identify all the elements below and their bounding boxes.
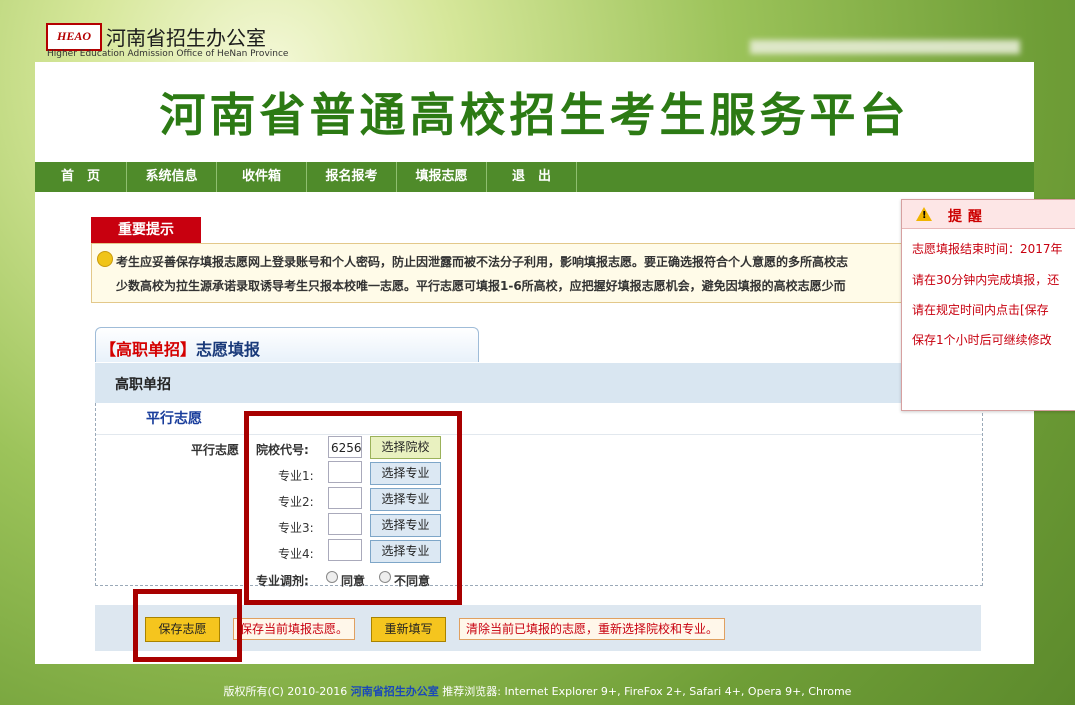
form-tab-title: 志愿填报 <box>196 340 261 359</box>
popup-line: 请在规定时间内点击[保存 <box>912 303 1049 317</box>
reminder-popup: ! 提醒 志愿填报结束时间：2017年 请在30分钟内完成填报，还 请在规定时间… <box>901 199 1075 411</box>
main-panel: 河南省普通高校招生考生服务平台 首 页 系统信息 收件箱 报名报考 填报志愿 退… <box>35 62 1034 664</box>
notice-text-2: 少数高校为拉生源承诺录取诱导考生只报本校唯一志愿。平行志愿可填报1-6所高校，应… <box>116 279 846 293</box>
section-title: 高职单招 <box>115 377 171 393</box>
nav-home[interactable]: 首 页 <box>35 162 127 192</box>
nav-logout[interactable]: 退 出 <box>487 162 577 192</box>
popup-title: 提醒 <box>948 209 988 225</box>
nav-inbox[interactable]: 收件箱 <box>217 162 307 192</box>
lightbulb-icon <box>97 251 113 267</box>
nav-bar: 首 页 系统信息 收件箱 报名报考 填报志愿 退 出 <box>35 162 1034 192</box>
notice-box: 考生应妥善保存填报志愿网上登录账号和个人密码，防止因泄露而被不法分子利用，影响填… <box>91 243 963 303</box>
section-header: 高职单招 <box>95 363 981 403</box>
popup-header: ! 提醒 <box>902 200 1075 229</box>
popup-line: 请在30分钟内完成填报，还 <box>912 273 1060 287</box>
notice-text-1: 考生应妥善保存填报志愿网上登录账号和个人密码，防止因泄露而被不法分子利用，影响填… <box>116 255 849 269</box>
parallel-title: 平行志愿 <box>146 411 202 427</box>
logo-mark: HEAO <box>46 22 102 51</box>
highlight-frame-save <box>133 589 242 662</box>
popup-line: 保存1个小时后可继续修改 <box>912 333 1052 347</box>
nav-system-info[interactable]: 系统信息 <box>127 162 217 192</box>
divider <box>96 434 982 435</box>
footer-copyright: 版权所有(C) 2010-2016 <box>223 685 348 698</box>
blurred-user-info <box>750 40 1020 54</box>
nav-application[interactable]: 填报志愿 <box>397 162 487 192</box>
footer-browsers: 推荐浏览器: Internet Explorer 9+, FireFox 2+,… <box>442 685 852 698</box>
popup-line: 志愿填报结束时间：2017年 <box>912 242 1063 256</box>
exclamation-icon: ! <box>922 210 927 221</box>
nav-registration[interactable]: 报名报考 <box>307 162 397 192</box>
form-tab-category: 【高职单招】 <box>100 340 197 359</box>
footer-org-link[interactable]: 河南省招生办公室 <box>351 685 439 698</box>
notice-tab: 重要提示 <box>91 217 201 243</box>
logo-subtitle: Higher Education Admission Office of HeN… <box>47 49 289 59</box>
logo-title: 河南省招生办公室 <box>106 26 266 50</box>
banner-title: 河南省普通高校招生考生服务平台 <box>159 88 910 142</box>
parallel-label: 平行志愿 <box>191 443 240 457</box>
footer: 版权所有(C) 2010-2016 河南省招生办公室 推荐浏览器: Intern… <box>0 683 1075 699</box>
reset-button[interactable]: 重新填写 <box>371 617 446 642</box>
reset-tip: 清除当前已填报的志愿，重新选择院校和专业。 <box>459 618 726 640</box>
application-form: 平行志愿 平行志愿 院校代号: 6256 选择院校 专业1: 选择专业 专业2:… <box>95 403 983 588</box>
banner: 河南省普通高校招生考生服务平台 <box>35 62 1034 162</box>
highlight-frame-form <box>244 411 462 605</box>
logo[interactable]: HEAO 河南省招生办公室 <box>46 22 266 51</box>
save-tip: 保存当前填报志愿。 <box>233 618 356 640</box>
site-header: HEAO 河南省招生办公室 Higher Education Admission… <box>0 0 1075 62</box>
form-tab: 【高职单招】志愿填报 <box>95 327 479 362</box>
